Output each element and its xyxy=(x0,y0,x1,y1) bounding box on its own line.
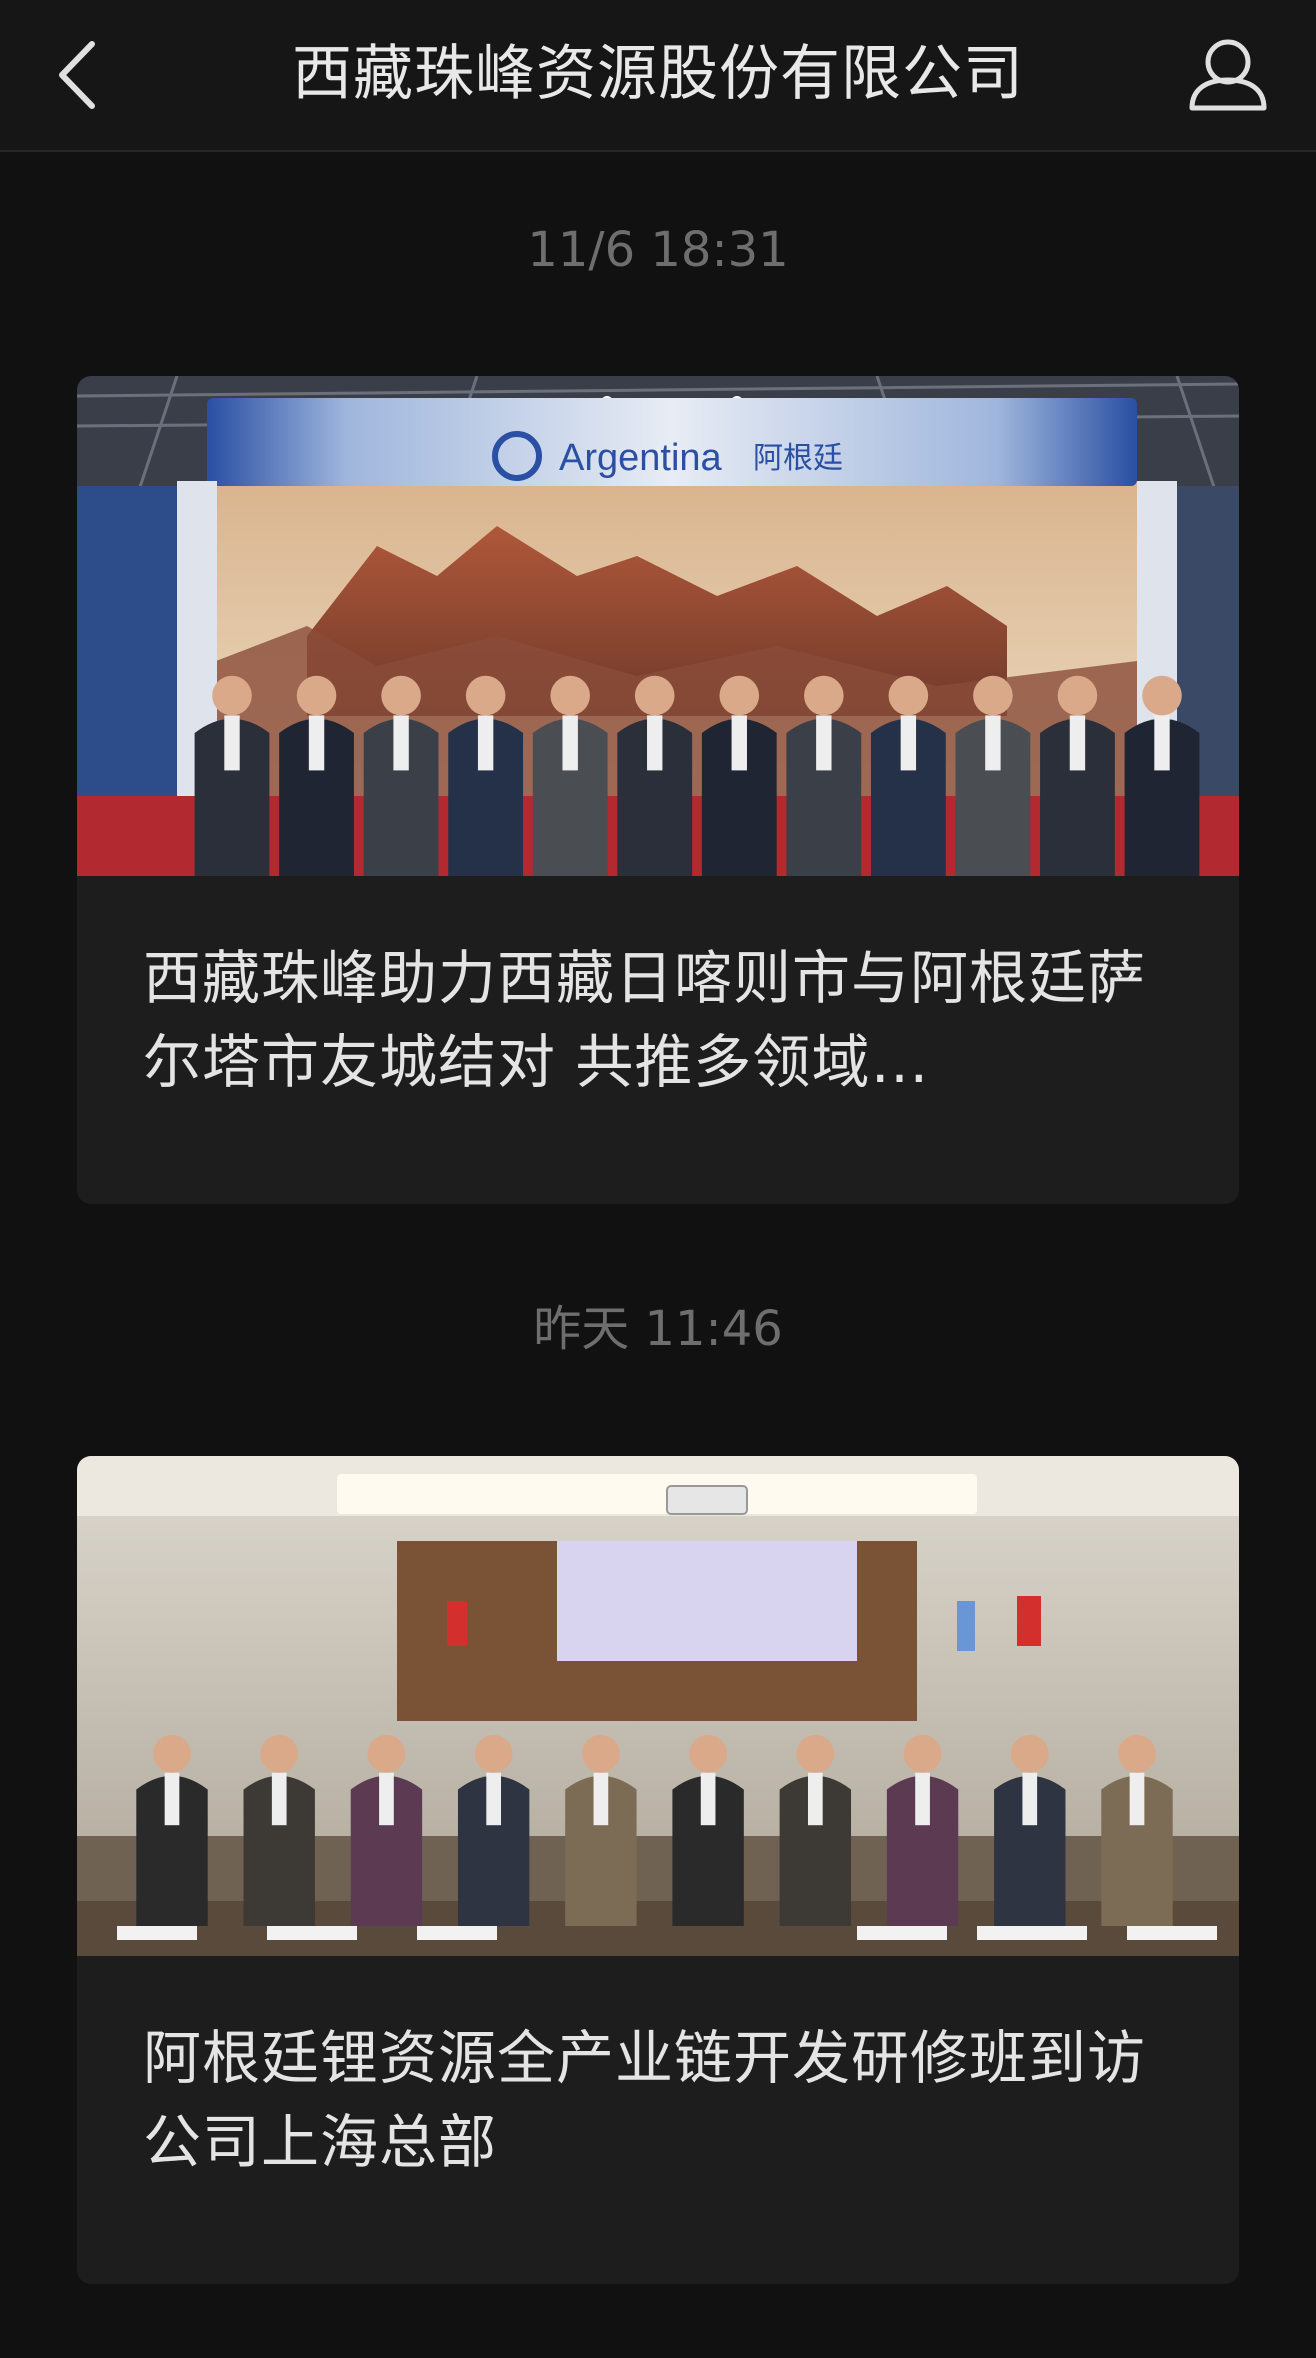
sign-text-cn: 阿根廷 xyxy=(753,441,843,476)
back-button[interactable] xyxy=(40,30,120,120)
sign-text: Argentina xyxy=(559,437,723,479)
article-card[interactable]: 阿根廷锂资源全产业链开发研修班到访公司上海总部 xyxy=(77,1456,1239,2284)
message-timestamp: 11/6 18:31 xyxy=(527,222,789,278)
article-card[interactable]: Argentina 阿根廷 西藏珠峰助力西藏日喀则市与阿根廷萨尔塔市友城结对 共… xyxy=(77,376,1239,1204)
chevron-left-icon xyxy=(59,41,95,109)
page-title: 西藏珠峰资源股份有限公司 xyxy=(292,39,1024,109)
top-nav-bar: 西藏珠峰资源股份有限公司 xyxy=(0,0,1316,152)
profile-button[interactable] xyxy=(1180,30,1276,120)
article-cover-image xyxy=(77,1456,1239,1956)
article-cover-image: Argentina 阿根廷 xyxy=(77,376,1239,876)
article-title: 西藏珠峰助力西藏日喀则市与阿根廷萨尔塔市友城结对 共推多领域… xyxy=(143,944,1147,1096)
user-icon xyxy=(1189,39,1267,111)
article-title: 阿根廷锂资源全产业链开发研修班到访公司上海总部 xyxy=(143,2024,1147,2176)
message-timestamp: 昨天 11:46 xyxy=(533,1301,783,1357)
